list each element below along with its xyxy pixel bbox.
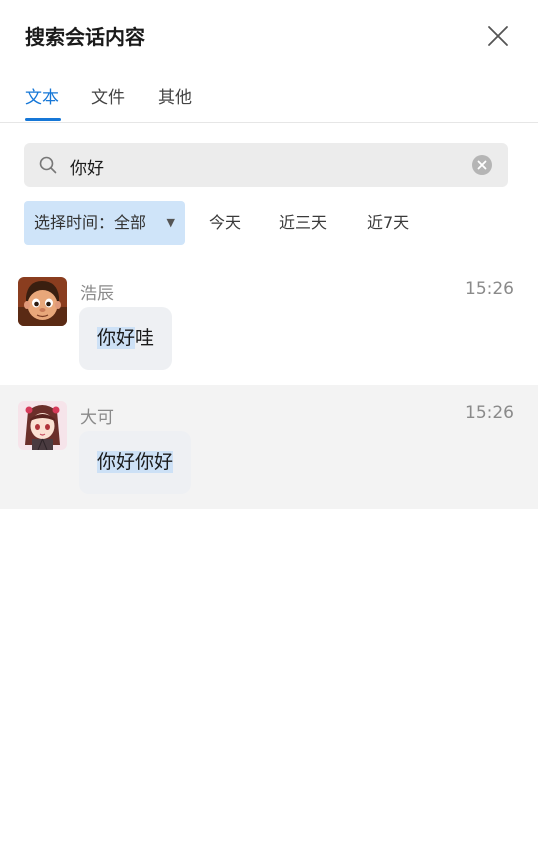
header: 搜索会话内容 [0,0,538,72]
avatar [18,277,67,326]
list-item[interactable]: 大可 15:26 你好你好 [0,385,538,509]
list-item[interactable]: 浩辰 15:26 你好哇 [0,261,538,385]
filter-seven-days[interactable]: 近7天 [367,201,409,245]
page-title: 搜索会话内容 [25,25,145,49]
search-icon [38,155,58,175]
active-tab-indicator [25,118,61,121]
clear-search-icon[interactable] [471,154,493,176]
filter-today[interactable]: 今天 [209,201,241,245]
search-highlight: 你好 [97,327,136,349]
close-icon[interactable] [486,24,510,48]
time-filter-bar: 选择时间：全部 ▼ 今天 近三天 近7天 [0,201,538,247]
tab-other[interactable]: 其他 [158,83,192,108]
message-time: 15:26 [465,279,514,299]
message-bubble[interactable]: 你好你好 [79,431,192,494]
message-time: 15:26 [465,403,514,423]
message-text: 哇 [135,327,155,349]
search-input[interactable] [68,143,462,189]
search-bar [24,143,508,189]
search-highlight: 你好你好 [97,451,174,473]
message-bubble[interactable]: 你好哇 [79,307,173,370]
sender-name: 浩辰 [80,284,114,304]
caret-down-icon: ▼ [166,216,175,229]
tab-bar: 文本 文件 其他 [0,72,538,123]
sender-name: 大可 [80,408,114,428]
filter-three-days[interactable]: 近三天 [279,201,327,245]
tab-files[interactable]: 文件 [91,83,125,108]
avatar [18,401,67,450]
time-filter-dropdown[interactable]: 选择时间：全部 ▼ [24,201,185,245]
time-filter-label: 选择时间：全部 [34,213,147,232]
tab-text[interactable]: 文本 [25,83,59,108]
